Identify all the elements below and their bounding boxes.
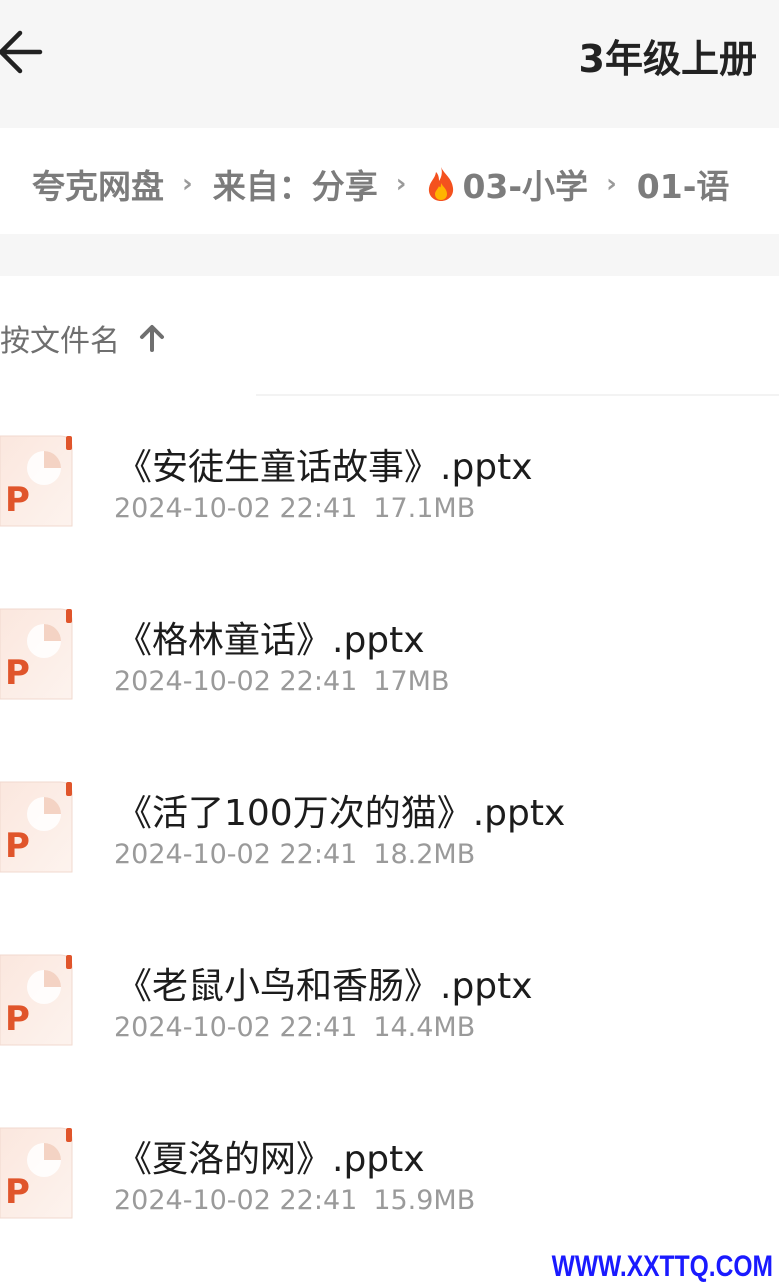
file-name: 《安徒生童话故事》.pptx (116, 447, 533, 488)
file-meta: 2024-10-02 22:41 17.1MB (114, 493, 491, 524)
arrow-up-icon (140, 325, 164, 352)
file-row[interactable]: P 《安徒生童话故事》.pptx 2024-10-02 22:41 17.1MB (0, 396, 779, 569)
file-size: 17MB (373, 666, 450, 697)
file-size: 18.2MB (373, 839, 476, 870)
file-name: 《活了100万次的猫》.pptx (116, 793, 566, 834)
file-row[interactable]: P 《活了100万次的猫》.pptx 2024-10-02 22:41 18.2MB (0, 742, 779, 915)
top-app-bar: 3年级上册 (0, 0, 779, 128)
breadcrumb: 夸克网盘 › 来自：分享 › 03-小学 › 01-语 (0, 128, 779, 234)
sort-bar: 按文件名 (0, 276, 779, 396)
svg-text:P: P (5, 480, 30, 520)
file-name: 《老鼠小鸟和香肠》.pptx (116, 966, 533, 1007)
file-size: 14.4MB (373, 1012, 476, 1043)
chevron-right-icon: › (395, 169, 407, 199)
svg-text:P: P (5, 1172, 30, 1212)
sort-label: 按文件名 (0, 324, 120, 359)
file-date: 2024-10-02 22:41 (114, 1185, 358, 1216)
file-date: 2024-10-02 22:41 (114, 493, 358, 524)
svg-text:P: P (5, 653, 30, 693)
file-row[interactable]: P 《老鼠小鸟和香肠》.pptx 2024-10-02 22:41 14.4MB (0, 915, 779, 1088)
breadcrumb-item-label: 03-小学 (462, 167, 589, 206)
file-size: 15.9MB (373, 1185, 476, 1216)
breadcrumb-item-primary-school[interactable]: 03-小学 (426, 160, 588, 208)
file-meta: 2024-10-02 22:41 18.2MB (114, 839, 491, 870)
fire-emoji-icon (429, 167, 454, 201)
breadcrumb-item-quark-drive[interactable]: 夸克网盘 (32, 160, 164, 208)
section-divider (0, 234, 779, 276)
file-date: 2024-10-02 22:41 (114, 839, 358, 870)
file-name: 《格林童话》.pptx (116, 620, 425, 661)
breadcrumb-item-from-share[interactable]: 来自：分享 (213, 160, 378, 208)
svg-text:P: P (5, 826, 30, 866)
file-date: 2024-10-02 22:41 (114, 1012, 358, 1043)
file-row[interactable]: P 《夏洛的网》.pptx 2024-10-02 22:41 15.9MB (0, 1088, 779, 1261)
back-button[interactable] (0, 22, 60, 82)
breadcrumb-item-chinese[interactable]: 01-语 (637, 160, 730, 208)
pptx-file-icon: P (0, 607, 74, 701)
svg-text:P: P (5, 999, 30, 1039)
file-date: 2024-10-02 22:41 (114, 666, 358, 697)
file-meta: 2024-10-02 22:41 17MB (114, 666, 466, 697)
pptx-file-icon: P (0, 953, 74, 1047)
file-size: 17.1MB (373, 493, 476, 524)
page-title: 3年级上册 (578, 37, 757, 81)
pptx-file-icon: P (0, 1126, 74, 1220)
file-row[interactable]: P 《格林童话》.pptx 2024-10-02 22:41 17MB (0, 569, 779, 742)
watermark-text: WWW.XXTTQ.COM (551, 1250, 773, 1283)
chevron-right-icon: › (182, 169, 193, 199)
file-name: 《夏洛的网》.pptx (116, 1139, 425, 1180)
file-meta: 2024-10-02 22:41 15.9MB (114, 1185, 491, 1216)
sort-by-name-button[interactable]: 按文件名 (0, 316, 166, 360)
chevron-right-icon: › (606, 169, 617, 199)
pptx-file-icon: P (0, 780, 74, 874)
file-meta: 2024-10-02 22:41 14.4MB (114, 1012, 491, 1043)
pptx-file-icon: P (0, 434, 74, 528)
arrow-left-icon (0, 30, 43, 74)
